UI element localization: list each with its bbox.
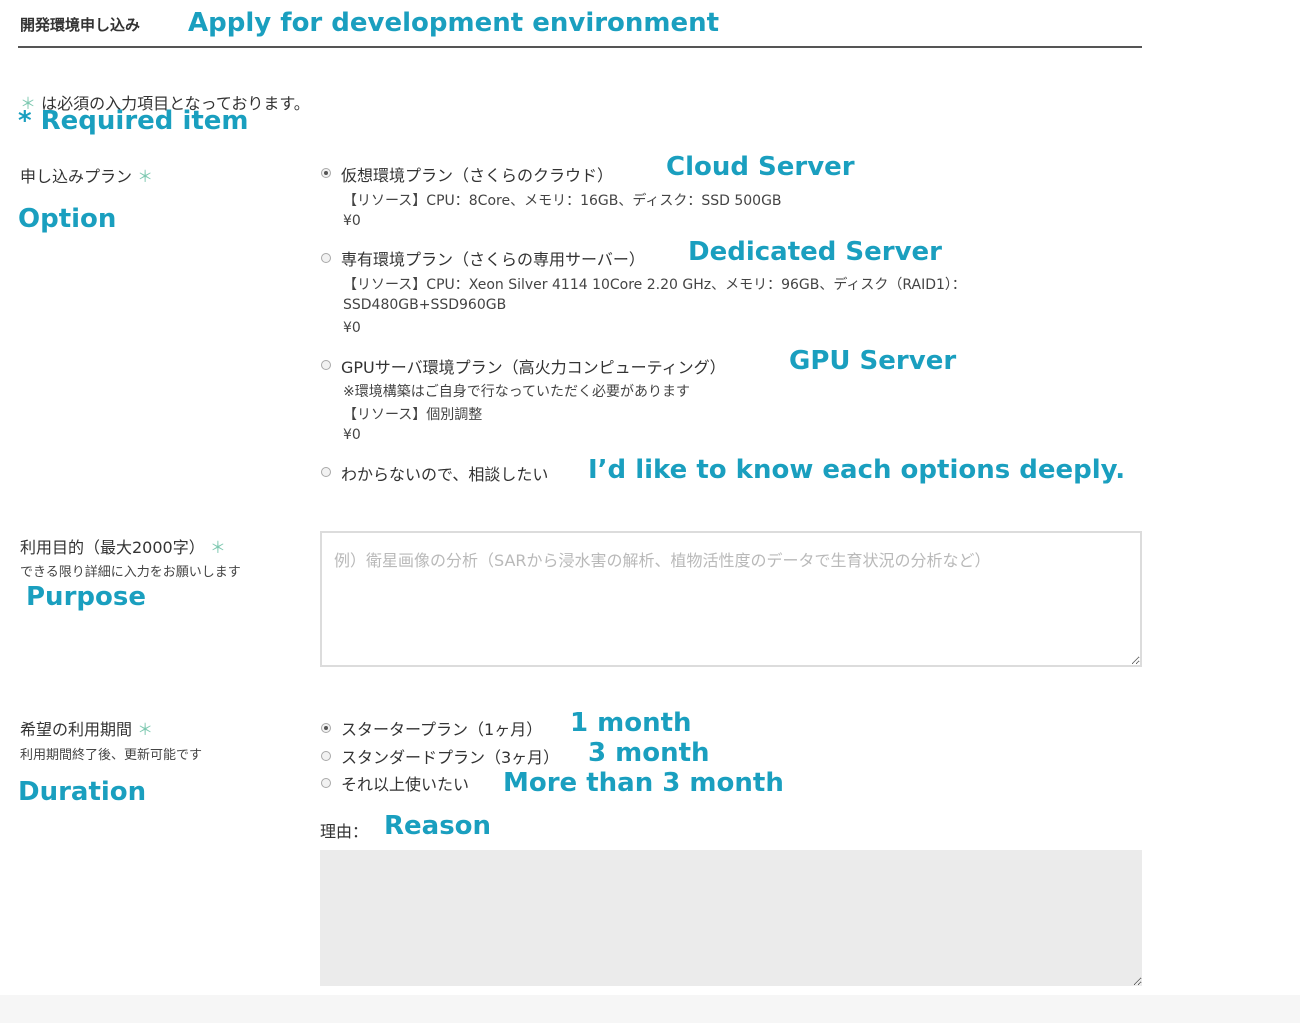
consult-label[interactable]: わからないので、相談したい [341,461,548,485]
page-title-jp: 開発環境申し込み [20,16,141,34]
starter-plan-label[interactable]: スタータープラン（1ヶ月） [341,716,542,740]
radio-consult[interactable] [321,467,331,477]
radio-gpu-plan[interactable] [321,360,331,370]
purpose-sublabel: できる限り詳細に入力をお願いします [20,565,241,580]
cloud-plan-price: ¥0 [343,213,361,229]
duration-sublabel: 利用期間終了後、更新可能です [20,748,203,763]
reason-label: 理由： [320,822,369,841]
radio-longer-plan[interactable] [321,778,331,788]
purpose-textarea[interactable] [320,531,1142,667]
header-divider [18,46,1142,48]
plan-label-text: 申し込みプラン [20,167,133,186]
duration-label: 希望の利用期間 ＊ [20,716,153,740]
dedicated-plan-price: ¥0 [343,320,361,336]
longer-plan-label-en: More than 3 month [503,768,784,798]
required-note-en: * Required item [18,106,249,136]
standard-plan-label[interactable]: スタンダードプラン（3ヶ月） [341,744,559,768]
cloud-plan-label-en: Cloud Server [666,152,855,182]
gpu-plan-label-en: GPU Server [789,346,957,376]
duration-label-text: 希望の利用期間 [20,720,133,739]
radio-starter-plan[interactable] [321,723,331,733]
purpose-label: 利用目的（最大2000字） ＊ [20,534,226,558]
gpu-plan-price: ¥0 [343,427,361,443]
plan-label-en: Option [18,204,117,234]
dedicated-plan-label-en: Dedicated Server [688,237,943,267]
cloud-plan-resources: 【リソース】CPU：8Core、メモリ：16GB、ディスク：SSD 500GB [343,193,782,209]
page-title-en: Apply for development environment [188,8,720,38]
reason-label-en: Reason [384,811,492,841]
required-star: ＊ [137,167,154,186]
standard-plan-label-en: 3 month [588,738,710,768]
gpu-plan-note: ※環境構築はご自身で行なっていただく必要があります [343,384,691,400]
duration-label-en: Duration [18,777,147,807]
starter-plan-label-en: 1 month [570,708,692,738]
consult-label-en: I’d like to know each options deeply. [588,455,1126,485]
radio-standard-plan[interactable] [321,751,331,761]
reason-textarea[interactable] [320,850,1142,986]
page-bottom-strip [0,995,1300,1023]
radio-dedicated-plan[interactable] [321,253,331,263]
required-star: ＊ [209,538,226,557]
gpu-plan-resources: 【リソース】個別調整 [343,407,483,423]
cloud-plan-label[interactable]: 仮想環境プラン（さくらのクラウド） [341,162,613,186]
purpose-label-text: 利用目的（最大2000字） [20,538,205,557]
longer-plan-label[interactable]: それ以上使いたい [341,771,469,795]
dedicated-plan-label[interactable]: 専有環境プラン（さくらの専用サーバー） [341,246,645,270]
dedicated-plan-resources: 【リソース】CPU：Xeon Silver 4114 10Core 2.20 G… [343,277,966,293]
required-star: ＊ [137,720,154,739]
dedicated-plan-resources-cont: SSD480GB+SSD960GB [343,297,507,313]
plan-label: 申し込みプラン ＊ [20,163,153,187]
radio-cloud-plan[interactable] [321,168,331,178]
purpose-label-en: Purpose [26,582,146,612]
gpu-plan-label[interactable]: GPUサーバ環境プラン（高火力コンピューティング） [341,354,726,378]
